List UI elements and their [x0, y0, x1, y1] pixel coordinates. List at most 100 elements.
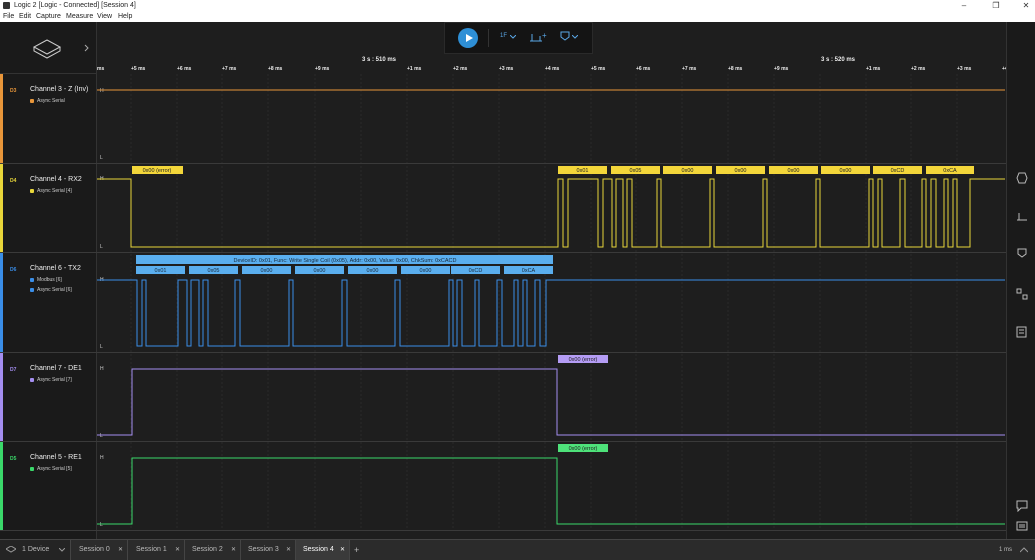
channel-color-bar — [0, 164, 3, 252]
close-tab-icon[interactable]: ✕ — [340, 540, 345, 560]
session-tab[interactable]: Session 4 ✕ — [296, 540, 350, 560]
analyzer-label[interactable]: Modbus [6] — [37, 277, 62, 283]
level-high-label: H — [100, 455, 104, 461]
chevron-down-icon — [59, 548, 65, 552]
menu-capture[interactable]: Capture — [36, 11, 61, 22]
bottom-bar: 1 Device Session 0 ✕ Session 1 ✕ Session 2 ✕ S… — [0, 539, 1035, 560]
analyzer-label[interactable]: Async Serial [7] — [37, 377, 72, 383]
menu-bar: File Edit Capture Measure View Help — [0, 11, 1035, 22]
analyzer-label[interactable]: Async Serial [6] — [37, 287, 72, 293]
timing-icon[interactable] — [1016, 210, 1028, 222]
channel-separator — [0, 530, 1006, 531]
close-tab-icon[interactable]: ✕ — [286, 540, 291, 560]
analyzer-label[interactable]: Async Serial — [37, 98, 65, 104]
channel-number: D3 — [10, 88, 17, 94]
menu-view[interactable]: View — [97, 11, 112, 22]
level-low-label: L — [100, 244, 103, 250]
tx2-byte-label: 0x00 — [314, 268, 326, 274]
channel-color-bar — [0, 442, 3, 530]
device-count: 1 Device — [22, 546, 50, 553]
channel-separator — [0, 352, 1006, 353]
close-tab-icon[interactable]: ✕ — [231, 540, 236, 560]
device-icon[interactable] — [32, 38, 62, 60]
rx2-byte-label: 0x00 — [840, 168, 852, 174]
channel-color-bar — [0, 353, 3, 441]
level-high-label: H — [100, 366, 104, 372]
chevron-right-icon[interactable] — [84, 44, 90, 52]
close-tab-icon[interactable]: ✕ — [118, 540, 123, 560]
channel-separator — [0, 252, 1006, 253]
session-tab[interactable]: Session 3 ✕ — [241, 540, 296, 560]
analyzer-label[interactable]: Async Serial [5] — [37, 466, 72, 472]
rx2-byte-label: 0xCA — [943, 168, 957, 174]
notes-icon[interactable] — [1016, 326, 1028, 338]
rx2-error-label: 0x00 (error) — [143, 168, 172, 174]
tx2-byte-label: 0x00 — [261, 268, 273, 274]
tx2-byte-label: 0x05 — [208, 268, 220, 274]
window-title: Logic 2 [Logic - Connected] [Session 4] — [14, 2, 136, 9]
keyboard-icon[interactable] — [1016, 520, 1028, 532]
channel-name[interactable]: Channel 7 - DE1 — [30, 365, 82, 372]
app-icon — [3, 2, 10, 9]
de1-error-label: 0x00 (error) — [569, 357, 598, 363]
channel-number: D5 — [10, 456, 17, 462]
rx2-byte-label: 0x00 — [788, 168, 800, 174]
level-low-label: L — [100, 344, 103, 350]
channel-name[interactable]: Channel 3 - Z (Inv) — [30, 86, 88, 93]
tx2-byte-label: 0xCA — [522, 268, 536, 274]
channel-separator — [0, 441, 1006, 442]
close-tab-icon[interactable]: ✕ — [175, 540, 180, 560]
channel-number: D6 — [10, 267, 17, 273]
modbus-label: DeviceID: 0x01, Func: Write Single Coil … — [234, 258, 457, 264]
session-tab[interactable]: Session 0 ✕ — [72, 540, 128, 560]
channel-name[interactable]: Channel 5 - RE1 — [30, 454, 82, 461]
device-selector[interactable]: 1 Device — [0, 540, 71, 560]
tx2-byte-label: 0xCD — [469, 268, 483, 274]
trigger-icon[interactable] — [1016, 248, 1028, 260]
channel-name[interactable]: Channel 6 - TX2 — [30, 265, 81, 272]
analyzer-color-swatch — [30, 278, 34, 282]
close-button[interactable]: ✕ — [1018, 0, 1034, 11]
analyzer-color-swatch — [30, 189, 34, 193]
analyzers-icon[interactable] — [1016, 172, 1028, 184]
channel-color-bar — [0, 74, 3, 163]
menu-help[interactable]: Help — [118, 11, 132, 22]
title-bar: Logic 2 [Logic - Connected] [Session 4] … — [0, 0, 1035, 11]
channel-7-waveform — [97, 368, 1005, 436]
rx2-byte-label: 0x01 — [577, 168, 589, 174]
session-tab-label: Session 4 — [303, 546, 334, 553]
session-tab-label: Session 3 — [248, 546, 279, 553]
session-tab-label: Session 1 — [136, 546, 167, 553]
chevron-up-icon[interactable] — [1020, 547, 1028, 553]
session-tab[interactable]: Session 2 ✕ — [185, 540, 241, 560]
maximize-button[interactable]: ❐ — [988, 0, 1004, 11]
re1-error-label: 0x00 (error) — [569, 446, 598, 452]
menu-file[interactable]: File — [3, 11, 14, 22]
analyzer-color-swatch — [30, 378, 34, 382]
session-tab[interactable]: Session 1 ✕ — [129, 540, 185, 560]
session-tab-label: Session 0 — [79, 546, 110, 553]
analyzer-label[interactable]: Async Serial [4] — [37, 188, 72, 194]
add-session-button[interactable]: + — [354, 540, 359, 560]
waveform-area[interactable]: HLHLHLHLHL0x00 (error) 0x01 0x05 0x00 0x00 0x… — [97, 22, 1006, 539]
level-low-label: L — [100, 433, 103, 439]
level-low-label: L — [100, 155, 103, 161]
analyzer-color-swatch — [30, 288, 34, 292]
rx2-byte-label: 0x00 — [735, 168, 747, 174]
rx2-byte-label: 0x00 — [682, 168, 694, 174]
menu-edit[interactable]: Edit — [19, 11, 31, 22]
level-high-label: H — [100, 88, 104, 94]
feedback-icon[interactable] — [1016, 500, 1028, 512]
analyzer-color-swatch — [30, 467, 34, 471]
zoom-level: 1 ms — [999, 547, 1013, 553]
device-icon — [6, 546, 16, 553]
level-low-label: L — [100, 522, 103, 528]
extensions-icon[interactable] — [1016, 288, 1028, 300]
channel-separator — [0, 163, 1006, 164]
tx2-byte-label: 0x00 — [420, 268, 432, 274]
menu-measure[interactable]: Measure — [66, 11, 93, 22]
minimize-button[interactable]: – — [956, 0, 972, 11]
rx2-byte-label: 0x05 — [630, 168, 642, 174]
rx2-byte-label: 0xCD — [891, 168, 905, 174]
channel-name[interactable]: Channel 4 - RX2 — [30, 176, 82, 183]
